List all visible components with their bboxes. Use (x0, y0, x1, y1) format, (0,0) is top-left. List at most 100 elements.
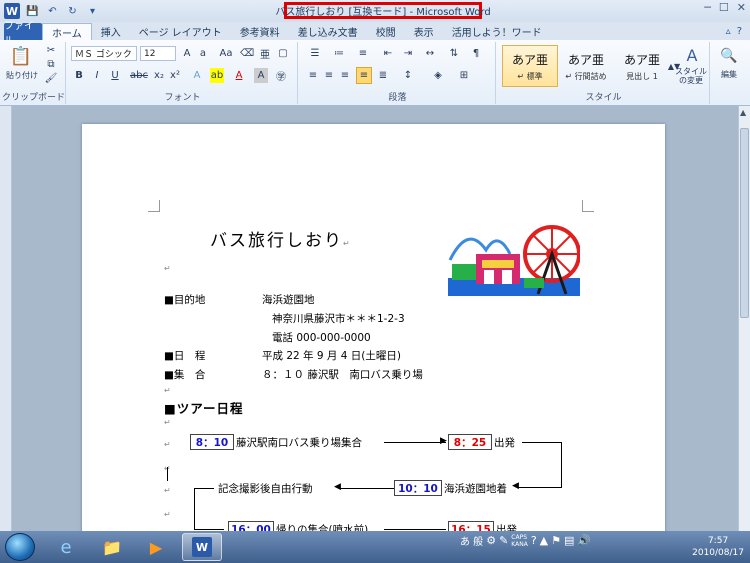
style-normal[interactable]: あア亜 ↵ 標準 (502, 45, 558, 87)
shading-icon[interactable]: ◈ (430, 68, 446, 83)
paste-icon[interactable]: 📋 (8, 44, 34, 68)
meeting-label[interactable]: ■集 合 (164, 367, 205, 382)
close-icon[interactable]: ✕ (737, 1, 746, 14)
text-effects-icon[interactable]: A (190, 68, 204, 83)
tour-heading[interactable]: ■ツアー日程 (164, 398, 244, 417)
destination-name[interactable]: 海浜遊園地 (262, 292, 315, 307)
schedule-time-box[interactable]: 16：15 (448, 521, 494, 531)
clock[interactable]: 7:57 2010/08/17 (692, 535, 744, 559)
format-painter-icon[interactable]: 🖌 (44, 72, 58, 84)
document-page[interactable]: バス旅行しおり↵ ↵ ■目的地 海浜遊園地 神奈川県藤沢市＊＊＊1-2-3 電話… (82, 124, 665, 531)
undo-icon[interactable]: ↶ (45, 4, 60, 19)
scrollbar-thumb[interactable] (740, 128, 749, 318)
clear-format-icon[interactable]: ⌫ (240, 46, 254, 61)
tab-addin[interactable]: 活用しよう！ワード (443, 23, 551, 40)
phonetic-guide-icon[interactable]: 亜 (258, 46, 272, 61)
numbering-icon[interactable]: ≔ (330, 46, 348, 61)
word-taskbar-button[interactable]: W (182, 533, 222, 561)
minimize-icon[interactable]: ─ (704, 1, 711, 14)
document-title[interactable]: バス旅行しおり↵ (210, 226, 352, 251)
schedule-text[interactable]: 帰りの集合(噴水前) (276, 522, 368, 531)
explorer-icon[interactable]: 📁 (92, 533, 132, 561)
char-border-icon[interactable]: ▢ (276, 46, 290, 61)
subscript-icon[interactable]: x₂ (152, 68, 166, 83)
change-styles-icon[interactable]: A (678, 46, 706, 65)
tab-insert[interactable]: 挿入 (92, 23, 130, 40)
bullets-icon[interactable]: ☰ (306, 46, 324, 61)
schedule-text[interactable]: 記念撮影後自由行動 (218, 481, 313, 496)
font-size-combo[interactable]: 12 (140, 46, 176, 61)
date-value[interactable]: 平成 22 年 9 月 4 日(土曜日) (262, 348, 401, 363)
align-left-icon[interactable]: ≡ (306, 68, 320, 83)
scroll-up-icon[interactable]: ▲ (740, 108, 746, 117)
multilevel-list-icon[interactable]: ≡ (354, 46, 372, 61)
volume-icon[interactable]: 🔊 (577, 534, 591, 547)
schedule-time-box[interactable]: 8：25 (448, 434, 492, 450)
style-no-spacing[interactable]: あア亜 ↵ 行間詰め (558, 45, 614, 87)
italic-icon[interactable]: I (90, 68, 104, 83)
help-icon[interactable]: ? (737, 26, 742, 37)
schedule-time-box[interactable]: 10：10 (394, 480, 442, 496)
schedule-text[interactable]: 出発 (496, 522, 517, 531)
destination-phone[interactable]: 電話 000-000-0000 (272, 330, 371, 345)
align-right-icon[interactable]: ≡ (338, 68, 352, 83)
cut-icon[interactable]: ✂ (44, 44, 58, 56)
tab-page-layout[interactable]: ページ レイアウト (130, 23, 231, 40)
schedule-text[interactable]: 海浜遊園地着 (444, 481, 507, 496)
line-spacing-icon[interactable]: ↕ (400, 68, 416, 83)
customize-toolbar-icon[interactable]: ▾ (85, 4, 100, 19)
borders-icon[interactable]: ⊞ (456, 68, 472, 83)
vertical-scrollbar[interactable]: ▲ (738, 106, 750, 531)
justify-icon[interactable]: ≡ (356, 67, 372, 84)
media-player-icon[interactable]: ▶ (136, 533, 176, 561)
change-case-icon[interactable]: Aa (216, 46, 236, 61)
ime-indicator[interactable]: あ 般 (460, 533, 483, 548)
font-color-icon[interactable]: A (232, 68, 246, 83)
ime-tools-icon[interactable]: ⚙ (486, 534, 496, 547)
flag-icon[interactable]: ⚑ (551, 534, 561, 547)
schedule-time-box[interactable]: 16：00 (228, 521, 274, 531)
ime-pad-icon[interactable]: ✎ (499, 534, 508, 547)
distribute-icon[interactable]: ≣ (376, 68, 390, 83)
schedule-time-box[interactable]: 8：10 (190, 434, 234, 450)
grow-font-icon[interactable]: A (180, 46, 194, 61)
align-center-icon[interactable]: ≡ (322, 68, 336, 83)
show-hidden-icons[interactable]: ▲ (540, 534, 548, 547)
bold-icon[interactable]: B (72, 68, 86, 83)
superscript-icon[interactable]: x² (168, 68, 182, 83)
help-icon[interactable]: ? (531, 534, 537, 547)
destination-label[interactable]: ■目的地 (164, 292, 205, 307)
destination-address[interactable]: 神奈川県藤沢市＊＊＊1-2-3 (272, 311, 405, 326)
find-icon[interactable]: 🔍 (716, 46, 742, 66)
sort-icon[interactable]: ⇅ (446, 46, 462, 61)
schedule-text[interactable]: 出発 (494, 435, 515, 450)
ribbon-minimize-icon[interactable]: ▵ (726, 26, 731, 37)
tab-mailings[interactable]: 差し込み文書 (289, 23, 367, 40)
underline-icon[interactable]: U (108, 68, 122, 83)
style-heading-1[interactable]: あア亜 見出し 1 (614, 45, 670, 87)
tab-view[interactable]: 表示 (405, 23, 443, 40)
maximize-icon[interactable]: ☐ (719, 1, 729, 14)
network-icon[interactable]: ▤ (564, 534, 574, 547)
shrink-font-icon[interactable]: a (196, 46, 210, 61)
tab-file[interactable]: ファイル (4, 21, 42, 47)
start-button[interactable] (5, 533, 35, 561)
show-marks-icon[interactable]: ¶ (468, 46, 484, 61)
tab-home[interactable]: ホーム (42, 23, 92, 40)
copy-icon[interactable]: ⧉ (44, 58, 58, 70)
strikethrough-icon[interactable]: abc (130, 68, 148, 83)
redo-icon[interactable]: ↻ (65, 4, 80, 19)
edit-label[interactable]: 編集 (714, 68, 744, 80)
paste-label[interactable]: 貼り付け (4, 69, 40, 81)
date-label[interactable]: ■日 程 (164, 348, 205, 363)
meeting-value[interactable]: ８：１０ 藤沢駅 南口バス乗り場 (262, 367, 423, 382)
schedule-text[interactable]: 藤沢駅南口バス乗り場集合 (236, 435, 362, 450)
change-styles-label[interactable]: スタイルの変更 (674, 66, 708, 86)
char-shading-icon[interactable]: A (254, 68, 268, 83)
font-name-combo[interactable]: ＭＳ ゴシック (71, 46, 137, 61)
char-scaling-icon[interactable]: ↔ (422, 46, 438, 61)
internet-explorer-icon[interactable]: e (46, 533, 86, 561)
enclose-char-icon[interactable]: ㊫ (274, 68, 288, 83)
increase-indent-icon[interactable]: ⇥ (400, 46, 416, 61)
tab-references[interactable]: 参考資料 (231, 23, 289, 40)
